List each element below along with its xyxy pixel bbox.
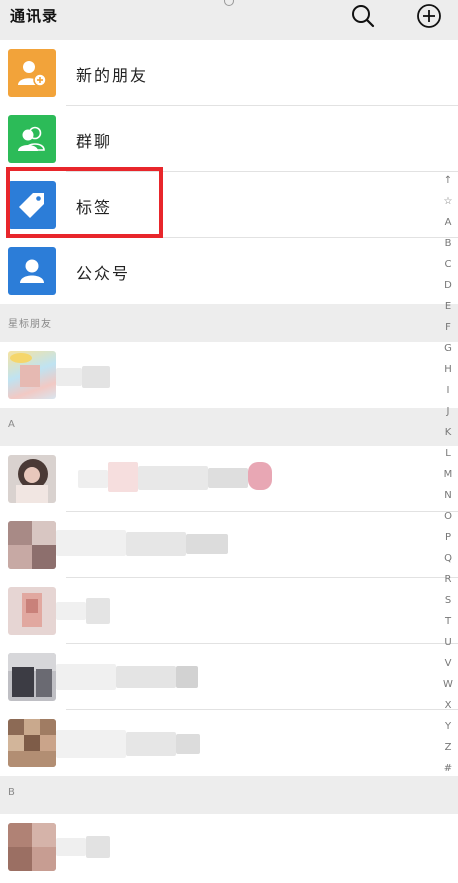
avatar xyxy=(8,719,56,767)
contact-row[interactable] xyxy=(0,512,458,578)
blurred-name xyxy=(78,470,108,488)
contact-row[interactable] xyxy=(0,342,458,408)
blurred-name xyxy=(56,368,82,386)
index-letter[interactable]: R xyxy=(438,569,458,590)
contact-row[interactable] xyxy=(0,578,458,644)
blurred-name xyxy=(86,598,110,624)
alphabet-index-bar[interactable]: ↑ ☆ A B C D E F G H I J K L M N O P Q R S T U V W X Y Z # xyxy=(438,170,458,779)
add-friend-icon xyxy=(8,49,56,97)
index-letter[interactable]: O xyxy=(438,506,458,527)
index-letter[interactable]: N xyxy=(438,485,458,506)
index-letter[interactable]: A xyxy=(438,212,458,233)
index-letter[interactable]: U xyxy=(438,632,458,653)
blurred-name xyxy=(56,838,86,856)
blurred-name xyxy=(82,366,110,388)
contact-row[interactable] xyxy=(0,446,458,512)
index-letter[interactable]: J xyxy=(438,401,458,422)
blurred-name xyxy=(138,466,208,490)
index-letter[interactable]: Y xyxy=(438,716,458,737)
blurred-name xyxy=(108,462,138,492)
blurred-name xyxy=(176,666,198,688)
section-header-b: B xyxy=(0,776,458,814)
index-letter[interactable]: M xyxy=(438,464,458,485)
index-letter[interactable]: G xyxy=(438,338,458,359)
contacts-screen: 通讯录 新的朋友 群聊 标签 公众号 星标朋友 A B ↑ ☆ A B C D … xyxy=(0,0,458,883)
blurred-name xyxy=(56,664,116,690)
avatar xyxy=(8,351,56,399)
group-chat-icon xyxy=(8,115,56,163)
avatar xyxy=(8,521,56,569)
official-accounts-item[interactable]: 公众号 xyxy=(0,238,458,304)
index-letter[interactable]: I xyxy=(438,380,458,401)
blurred-name xyxy=(186,534,228,554)
avatar xyxy=(8,587,56,635)
index-letter[interactable]: E xyxy=(438,296,458,317)
index-letter[interactable]: H xyxy=(438,359,458,380)
contact-row[interactable] xyxy=(0,710,458,776)
index-letter[interactable]: D xyxy=(438,275,458,296)
official-accounts-label: 公众号 xyxy=(76,264,131,283)
avatar xyxy=(8,455,56,503)
page-title: 通讯录 xyxy=(10,7,59,25)
official-account-icon xyxy=(8,247,56,295)
blurred-name xyxy=(56,530,126,556)
new-friends-item[interactable]: 新的朋友 xyxy=(0,40,458,106)
blurred-name xyxy=(86,836,110,858)
section-title-a: A xyxy=(8,419,16,430)
section-title-b: B xyxy=(8,787,16,798)
index-letter[interactable]: C xyxy=(438,254,458,275)
blurred-name xyxy=(116,666,176,688)
group-chats-item[interactable]: 群聊 xyxy=(0,106,458,172)
blurred-name xyxy=(56,730,126,758)
index-letter[interactable]: Z xyxy=(438,737,458,758)
avatar xyxy=(8,823,56,871)
index-letter[interactable]: K xyxy=(438,422,458,443)
annotation-highlight-box xyxy=(6,167,163,238)
index-letter[interactable]: V xyxy=(438,653,458,674)
contact-row[interactable] xyxy=(0,814,458,880)
group-chats-label: 群聊 xyxy=(76,132,113,151)
avatar xyxy=(8,653,56,701)
blurred-name xyxy=(56,602,86,620)
search-icon[interactable] xyxy=(350,3,376,29)
blurred-name xyxy=(126,732,176,756)
index-letter[interactable]: ☆ xyxy=(438,191,458,212)
add-circle-icon[interactable] xyxy=(416,3,442,29)
index-letter[interactable]: Q xyxy=(438,548,458,569)
index-letter[interactable]: T xyxy=(438,611,458,632)
contact-row[interactable] xyxy=(0,644,458,710)
index-letter[interactable]: L xyxy=(438,443,458,464)
section-header-a: A xyxy=(0,408,458,446)
index-letter[interactable]: X xyxy=(438,695,458,716)
index-letter[interactable]: P xyxy=(438,527,458,548)
top-bar: 通讯录 xyxy=(0,0,458,40)
index-letter[interactable]: B xyxy=(438,233,458,254)
index-letter[interactable]: W xyxy=(438,674,458,695)
blurred-name xyxy=(248,462,272,490)
section-header-starred: 星标朋友 xyxy=(0,304,458,342)
new-friends-label: 新的朋友 xyxy=(76,66,149,85)
blurred-name xyxy=(126,532,186,556)
blurred-name xyxy=(208,468,248,488)
blurred-name xyxy=(176,734,200,754)
index-letter[interactable]: ↑ xyxy=(438,170,458,191)
index-letter[interactable]: # xyxy=(438,758,458,779)
index-letter[interactable]: S xyxy=(438,590,458,611)
index-letter[interactable]: F xyxy=(438,317,458,338)
section-title-starred: 星标朋友 xyxy=(8,319,52,330)
status-dot xyxy=(224,0,234,6)
